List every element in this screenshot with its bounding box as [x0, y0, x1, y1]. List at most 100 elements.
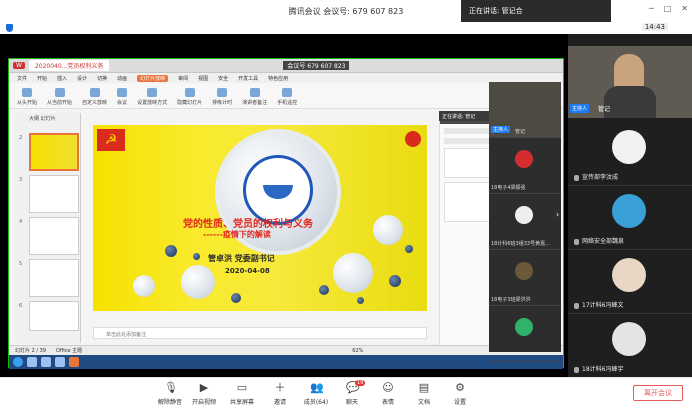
slide-date: 2020-04-08 — [225, 267, 270, 275]
slide-thumbnail-pane: 大纲 幻灯片 2 3 4 5 6 — [15, 113, 81, 343]
decor-dot — [389, 275, 401, 287]
participant-tile[interactable]: 网络安全部魏泉 — [568, 186, 692, 250]
decor-dot — [165, 245, 177, 257]
props-field[interactable] — [444, 148, 491, 178]
ribbon-button[interactable]: 会议 — [117, 88, 127, 106]
props-list[interactable] — [444, 182, 491, 222]
emoji-button[interactable]: ☺ 表情 — [370, 382, 406, 407]
avatar — [612, 322, 646, 356]
decor-circle — [133, 275, 155, 297]
host-badge: 主持人 — [570, 104, 590, 113]
share-screen-button[interactable]: ▭ 共享屏幕 — [224, 381, 260, 407]
wps-menu-bar: 文件 开始 插入 设计 切换 动画 幻灯片放映 审阅 视图 安全 开发工具 特色… — [9, 73, 563, 83]
menu-item[interactable]: 文件 — [17, 75, 27, 82]
taskbar-app-icon[interactable] — [55, 357, 65, 367]
members-icon: 👥 — [310, 381, 324, 394]
slide-thumbnail[interactable] — [29, 133, 79, 171]
taskbar-app-icon[interactable] — [69, 357, 79, 367]
ribbon-button[interactable]: 自定义放映 — [82, 88, 107, 106]
host-body — [604, 86, 656, 118]
slide-thumbnail[interactable] — [29, 259, 79, 297]
meeting-toolbar: 🎙 解除静音 ▶ 开启视频 ▭ 共享屏幕 ＋ 邀请 👥 成员(64) 💬 19 … — [0, 377, 692, 411]
shield-icon[interactable] — [6, 24, 13, 32]
ribbon-button[interactable]: 从当前开始 — [47, 88, 72, 106]
start-icon[interactable] — [13, 357, 23, 367]
current-slide[interactable]: ☭ 党的性质、党员的权利与义务 ------疫情下的解读 管卓洪 党委副书记 2… — [93, 125, 427, 311]
slide-title: 党的性质、党员的权利与义务 — [183, 219, 313, 230]
leave-meeting-button[interactable]: 离开会议 — [633, 385, 683, 401]
avatar — [515, 206, 533, 224]
ribbon: 从头开始 从当前开始 自定义放映 会议 设置放映方式 隐藏幻灯片 排练计时 演讲… — [9, 83, 563, 109]
avatar — [612, 194, 646, 228]
participant-tile[interactable]: 17计科6冯峰文 — [568, 250, 692, 314]
maximize-icon[interactable]: □ — [664, 4, 672, 13]
participant-tile[interactable]: 宣传部李汶成 — [568, 122, 692, 186]
wps-tab-bar: W 2020040...党员权利义务 会议号 679 607 823 — [9, 59, 563, 73]
slide-thumbnail[interactable] — [29, 301, 79, 331]
avatar — [515, 262, 533, 280]
mic-icon — [574, 366, 579, 373]
slide-author: 管卓洪 党委副书记 — [208, 254, 275, 263]
chevron-right-icon[interactable]: › — [556, 210, 559, 219]
close-icon[interactable]: ✕ — [681, 4, 688, 13]
ribbon-button[interactable]: 手机遥控 — [277, 88, 297, 106]
participant-strip: 主持人 管记 18电子4梁振强 18计科6班3组33号黄嘉... 18电子3班梁… — [489, 82, 561, 362]
menu-item[interactable]: 切换 — [97, 75, 107, 82]
wps-logo-icon: W — [13, 62, 25, 69]
settings-icon: ⚙ — [455, 381, 465, 394]
menu-item[interactable]: 动画 — [117, 75, 127, 82]
timer-icon — [217, 88, 228, 97]
strip-tile[interactable]: 18电子3班梁洪洪 — [489, 250, 561, 306]
strip-tile[interactable] — [489, 306, 561, 362]
settings-icon — [147, 88, 158, 97]
notes-field[interactable]: 单击此处添加备注 — [93, 327, 427, 339]
menu-item[interactable]: 特色应用 — [268, 75, 288, 82]
screen-share-icon: ▭ — [236, 381, 248, 394]
wps-doc-tab[interactable]: 2020040...党员权利义务 — [28, 60, 110, 71]
members-button[interactable]: 👥 成员(64) — [298, 381, 334, 407]
ribbon-button[interactable]: 从头开始 — [17, 88, 37, 106]
ribbon-button[interactable]: 排练计时 — [212, 88, 232, 106]
meeting-window: 腾讯会议 会议号: 679 607 823 ─ □ ✕ 正在讲话: 管记合 14… — [0, 0, 692, 411]
slide-thumbnail[interactable] — [29, 175, 79, 213]
invite-button[interactable]: ＋ 邀请 — [262, 382, 298, 407]
menu-item[interactable]: 插入 — [57, 75, 67, 82]
taskbar-app-icon[interactable] — [41, 357, 51, 367]
ribbon-button[interactable]: 演讲者备注 — [242, 88, 267, 106]
menu-item[interactable]: 开发工具 — [238, 75, 258, 82]
start-video-button[interactable]: ▶ 开启视频 — [186, 381, 222, 407]
menu-item[interactable]: 开始 — [37, 75, 47, 82]
slide-subtitle: ------疫情下的解读 — [203, 230, 271, 239]
ribbon-button[interactable]: 设置放映方式 — [137, 88, 167, 106]
menu-item[interactable]: 视图 — [198, 75, 208, 82]
window-controls: ─ □ ✕ — [649, 4, 688, 13]
host-video-tile[interactable]: 主持人 管记 — [568, 46, 692, 118]
host-name: 管记 — [598, 106, 611, 113]
participant-tile[interactable]: 18计科6冯峰宇 — [568, 314, 692, 378]
strip-tile[interactable]: 主持人 管记 — [489, 82, 561, 138]
unmute-button[interactable]: 🎙 解除静音 — [152, 382, 188, 407]
zoom-level[interactable]: 62% — [352, 348, 363, 354]
menu-item[interactable]: 设计 — [77, 75, 87, 82]
decor-circle — [373, 215, 403, 245]
menu-item[interactable]: 审阅 — [178, 75, 188, 82]
ribbon-button[interactable]: 隐藏幻灯片 — [177, 88, 202, 106]
mic-icon — [574, 238, 579, 245]
taskbar-app-icon[interactable] — [27, 357, 37, 367]
speaking-indicator: 正在讲话: 管记合 — [461, 0, 611, 22]
strip-tile[interactable]: 18计科6班3组33号黄嘉... — [489, 194, 561, 250]
camera-icon: ▶ — [199, 381, 209, 394]
custom-show-icon — [89, 88, 100, 97]
chat-button[interactable]: 💬 19 聊天 — [334, 380, 370, 406]
slide-thumbnail[interactable] — [29, 217, 79, 255]
avatar — [515, 150, 533, 168]
meeting-id-tab: 会议号 679 607 823 — [283, 61, 350, 70]
minimize-icon[interactable]: ─ — [649, 4, 654, 13]
menu-item-active[interactable]: 幻灯片放映 — [137, 74, 169, 82]
menu-item[interactable]: 安全 — [218, 75, 228, 82]
pane-tabs[interactable]: 大纲 幻灯片 — [15, 113, 80, 124]
document-button[interactable]: ▤ 文档 — [406, 382, 442, 407]
decor-dot — [405, 245, 413, 253]
settings-button[interactable]: ⚙ 设置 — [442, 381, 478, 407]
strip-tile[interactable]: 18电子4梁振强 — [489, 138, 561, 194]
